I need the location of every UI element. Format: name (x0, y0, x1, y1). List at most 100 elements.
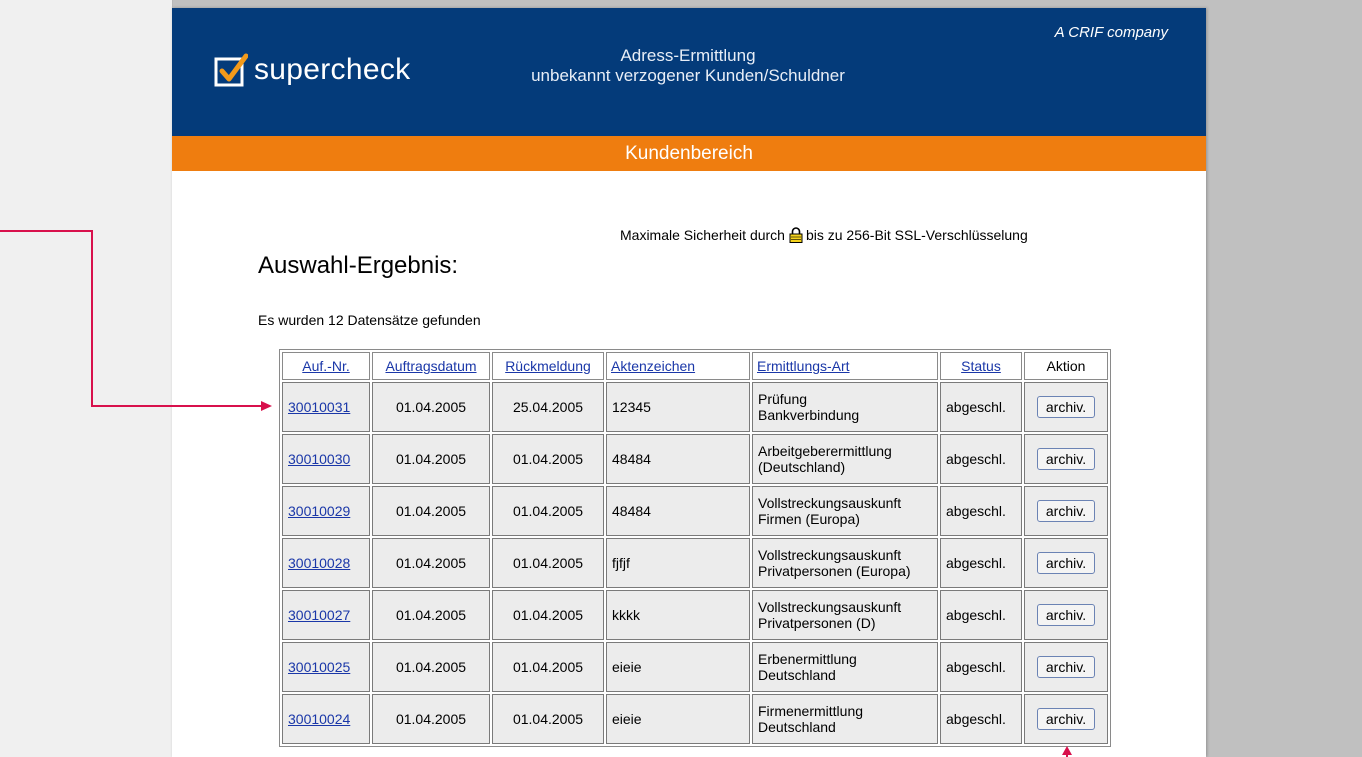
cell-auf-nr[interactable]: 30010031 (282, 382, 370, 432)
cell-aktenzeichen: eieie (606, 694, 750, 744)
cell-ermittlungs-art: Vollstreckungsauskunft Firmen (Europa) (752, 486, 938, 536)
sort-link-aktenzeichen[interactable]: Aktenzeichen (611, 358, 695, 374)
archive-button[interactable]: archiv. (1036, 552, 1096, 574)
cell-rueckmeldung: 01.04.2005 (492, 694, 604, 744)
cell-auf-nr[interactable]: 30010024 (282, 694, 370, 744)
col-header-aktion: Aktion (1024, 352, 1108, 380)
ssl-text-before: Maximale Sicherheit durch (620, 227, 785, 243)
table-row: 30010025 01.04.2005 01.04.2005 eieie Erb… (282, 642, 1108, 692)
section-bar: Kundenbereich (172, 136, 1206, 171)
sort-link-ermittlungs-art[interactable]: Ermittlungs-Art (757, 358, 850, 374)
cell-auftragsdatum: 01.04.2005 (372, 434, 490, 484)
ermittlungs-art-line1: Vollstreckungsauskunft (758, 599, 902, 615)
order-number-link[interactable]: 30010025 (288, 659, 350, 675)
page-heading: Auswahl-Ergebnis: (258, 252, 459, 279)
header-title-line2: unbekannt verzogener Kunden/Schuldner (531, 66, 845, 85)
order-number-link[interactable]: 30010031 (288, 399, 350, 415)
cell-auf-nr[interactable]: 30010028 (282, 538, 370, 588)
ermittlungs-art-line2: Firmen (Europa) (758, 511, 860, 527)
archive-button[interactable]: archiv. (1036, 604, 1096, 626)
ermittlungs-art-line2: Bankverbindung (758, 407, 860, 423)
cell-status: abgeschl. (940, 642, 1022, 692)
cell-rueckmeldung: 01.04.2005 (492, 486, 604, 536)
cell-rueckmeldung: 25.04.2005 (492, 382, 604, 432)
header-title: Adress-Ermittlung unbekannt verzogener K… (488, 46, 888, 86)
checkmark-logo-icon (214, 53, 248, 87)
cell-status: abgeschl. (940, 434, 1022, 484)
cell-auftragsdatum: 01.04.2005 (372, 590, 490, 640)
cell-auf-nr[interactable]: 30010030 (282, 434, 370, 484)
sort-link-rueckmeldung[interactable]: Rückmeldung (505, 358, 591, 374)
cell-auf-nr[interactable]: 30010025 (282, 642, 370, 692)
cell-status: abgeschl. (940, 486, 1022, 536)
cell-auftragsdatum: 01.04.2005 (372, 538, 490, 588)
ermittlungs-art-line2: (Deutschland) (758, 459, 846, 475)
order-number-link[interactable]: 30010024 (288, 711, 350, 727)
cell-aktenzeichen: kkkk (606, 590, 750, 640)
cell-auf-nr[interactable]: 30010029 (282, 486, 370, 536)
sort-link-auf-nr[interactable]: Auf.-Nr. (302, 358, 349, 374)
ermittlungs-art-line1: Erbenermittlung (758, 651, 857, 667)
col-header-auf-nr[interactable]: Auf.-Nr. (282, 352, 370, 380)
ermittlungs-art-line2: Deutschland (758, 667, 836, 683)
col-header-status[interactable]: Status (940, 352, 1022, 380)
ermittlungs-art-line1: Firmenermittlung (758, 703, 864, 719)
site-header: supercheck Adress-Ermittlung unbekannt v… (172, 8, 1206, 136)
archive-button[interactable]: archiv. (1036, 396, 1096, 418)
ermittlungs-art-line1: Prüfung (758, 391, 808, 407)
cell-ermittlungs-art: Firmenermittlung Deutschland (752, 694, 938, 744)
cell-rueckmeldung: 01.04.2005 (492, 642, 604, 692)
cell-auftragsdatum: 01.04.2005 (372, 486, 490, 536)
archive-button[interactable]: archiv. (1036, 656, 1096, 678)
header-title-line1: Adress-Ermittlung (620, 46, 756, 65)
cell-status: abgeschl. (940, 382, 1022, 432)
cell-status: abgeschl. (940, 590, 1022, 640)
cell-aktion: archiv. (1024, 382, 1108, 432)
order-number-link[interactable]: 30010027 (288, 607, 350, 623)
cell-rueckmeldung: 01.04.2005 (492, 538, 604, 588)
cell-auftragsdatum: 01.04.2005 (372, 642, 490, 692)
ssl-notice: Maximale Sicherheit durch bis zu 256-Bit… (620, 227, 1028, 243)
order-number-link[interactable]: 30010028 (288, 555, 350, 571)
order-number-link[interactable]: 30010029 (288, 503, 350, 519)
table-row: 30010030 01.04.2005 01.04.2005 48484 Arb… (282, 434, 1108, 484)
table-row: 30010029 01.04.2005 01.04.2005 48484 Vol… (282, 486, 1108, 536)
cell-aktion: archiv. (1024, 642, 1108, 692)
cell-aktenzeichen: 48484 (606, 434, 750, 484)
col-header-aktenzeichen[interactable]: Aktenzeichen (606, 352, 750, 380)
table-row: 30010031 01.04.2005 25.04.2005 12345 Prü… (282, 382, 1108, 432)
cell-status: abgeschl. (940, 538, 1022, 588)
ermittlungs-art-line1: Arbeitgeberermittlung (758, 443, 892, 459)
cell-ermittlungs-art: Vollstreckungsauskunft Privatpersonen (Eu… (752, 538, 938, 588)
col-header-auftragsdatum[interactable]: Auftragsdatum (372, 352, 490, 380)
supercheck-logo[interactable]: supercheck (214, 48, 410, 92)
ermittlungs-art-line2: Deutschland (758, 719, 836, 735)
ermittlungs-art-line2: Privatpersonen (Europa) (758, 563, 911, 579)
col-header-ermittlungs-art[interactable]: Ermittlungs-Art (752, 352, 938, 380)
sort-link-auftragsdatum[interactable]: Auftragsdatum (385, 358, 476, 374)
archive-button[interactable]: archiv. (1036, 500, 1096, 522)
cell-ermittlungs-art: Erbenermittlung Deutschland (752, 642, 938, 692)
ssl-text-after: bis zu 256-Bit SSL-Verschlüsselung (805, 227, 1028, 243)
sort-link-status[interactable]: Status (961, 358, 1001, 374)
cell-aktenzeichen: 48484 (606, 486, 750, 536)
cell-aktion: archiv. (1024, 538, 1108, 588)
table-row: 30010027 01.04.2005 01.04.2005 kkkk Voll… (282, 590, 1108, 640)
cell-ermittlungs-art: Vollstreckungsauskunft Privatpersonen (D) (752, 590, 938, 640)
table-row: 30010024 01.04.2005 01.04.2005 eieie Fir… (282, 694, 1108, 744)
ermittlungs-art-line1: Vollstreckungsauskunft (758, 495, 902, 511)
cell-aktenzeichen: 12345 (606, 382, 750, 432)
cell-rueckmeldung: 01.04.2005 (492, 434, 604, 484)
order-number-link[interactable]: 30010030 (288, 451, 350, 467)
archive-button[interactable]: archiv. (1036, 708, 1096, 730)
table-header-row: Auf.-Nr. Auftragsdatum Rückmeldung Akten… (282, 352, 1108, 380)
cell-auf-nr[interactable]: 30010027 (282, 590, 370, 640)
archive-button[interactable]: archiv. (1036, 448, 1096, 470)
result-count: Es wurden 12 Datensätze gefunden (258, 312, 481, 328)
ermittlungs-art-line2: Privatpersonen (D) (758, 615, 876, 631)
cell-aktion: archiv. (1024, 434, 1108, 484)
cell-ermittlungs-art: Arbeitgeberermittlung (Deutschland) (752, 434, 938, 484)
col-header-rueckmeldung[interactable]: Rückmeldung (492, 352, 604, 380)
cell-aktion: archiv. (1024, 590, 1108, 640)
cell-auftragsdatum: 01.04.2005 (372, 694, 490, 744)
